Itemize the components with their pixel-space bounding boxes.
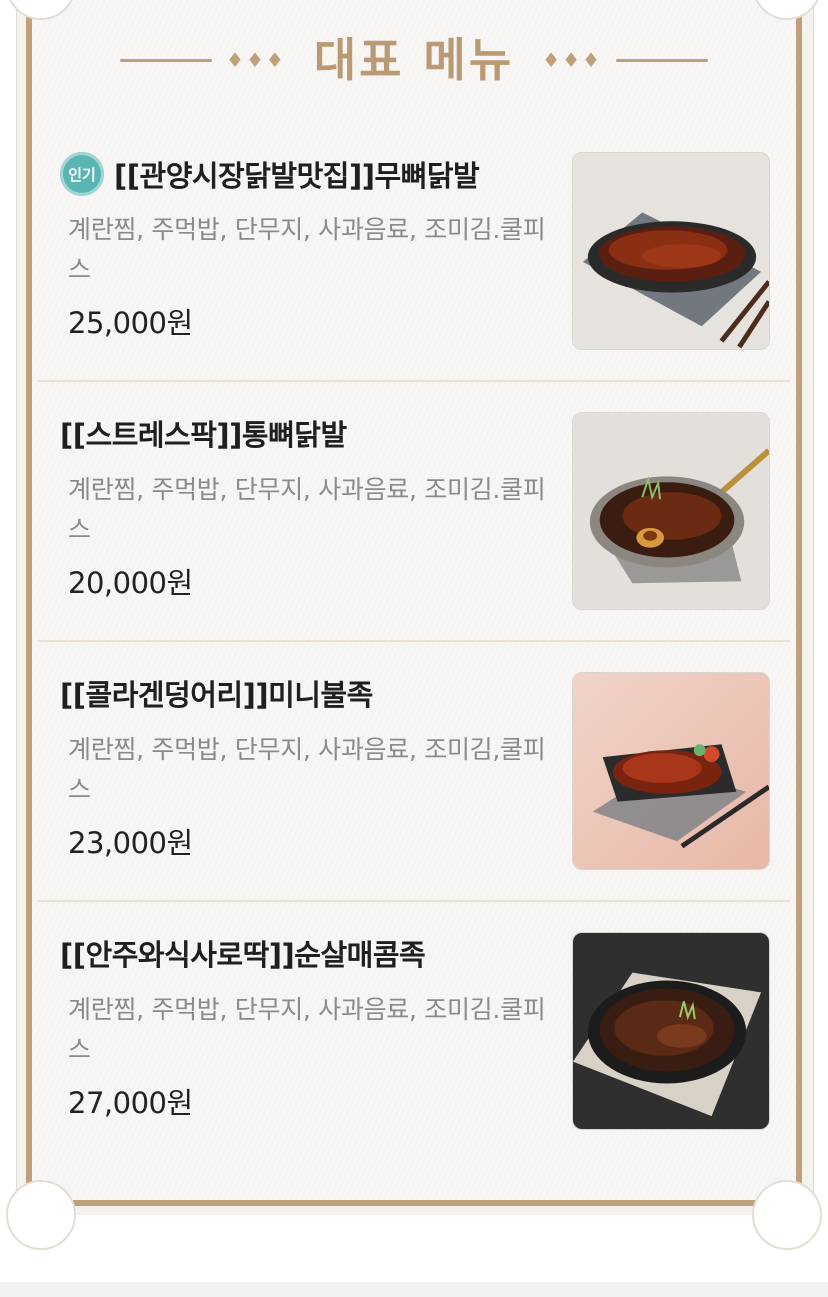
boneless-spicy-pork-feet-photo-icon[interactable] [572, 932, 770, 1130]
section-heading-row: ♦♦♦ 대표 메뉴 ♦♦♦ [32, 30, 796, 90]
menu-item-description: 계란찜, 주먹밥, 단무지, 사과음료, 조미김.쿨피스 [68, 215, 546, 284]
menu-item[interactable]: [[스트레스팍]]통뼈닭발 계란찜, 주먹밥, 단무지, 사과음료, 조미김.쿨… [38, 382, 790, 642]
menu-item-description: 계란찜, 주먹밥, 단무지, 사과음료, 조미김,쿨피스 [68, 735, 546, 804]
menu-item-title-row: 인기 [[관양시장닭발맛집]]무뼈닭발 [60, 152, 480, 196]
heading-divider-left [120, 58, 213, 62]
menu-item-photo [573, 673, 769, 869]
menu-item-price: 25,000원 [68, 306, 193, 340]
menu-item-title-row: [[안주와식사로딱]]순살매콤족 [60, 932, 426, 974]
menu-item-name: [[콜라겐덩어리]]미니불족 [60, 678, 373, 712]
menu-item-price: 20,000원 [68, 566, 193, 600]
heading-divider-right [615, 58, 708, 62]
menu-item-title-row: [[콜라겐덩어리]]미니불족 [60, 672, 373, 714]
frame-corner-ornament [752, 1180, 822, 1250]
representative-menu-panel: ♦♦♦ 대표 메뉴 ♦♦♦ 인기 [[관양시장닭발맛집]]무뼈닭발 계란찜, 주… [6, 0, 822, 1250]
popular-badge: 인기 [60, 152, 104, 196]
bottom-divider-strip [0, 1282, 828, 1297]
frame-corner-ornament [6, 1180, 76, 1250]
menu-item-description: 계란찜, 주먹밥, 단무지, 사과음료, 조미김.쿨피스 [68, 995, 546, 1064]
menu-item-title-row: [[스트레스팍]]통뼈닭발 [60, 412, 347, 454]
section-title: 대표 메뉴 [313, 33, 515, 87]
menu-item-description: 계란찜, 주먹밥, 단무지, 사과음료, 조미김.쿨피스 [68, 475, 546, 544]
menu-item[interactable]: 인기 [[관양시장닭발맛집]]무뼈닭발 계란찜, 주먹밥, 단무지, 사과음료,… [38, 122, 790, 382]
menu-item-photo [573, 153, 769, 349]
menu-item-name: [[안주와식사로딱]]순살매콤족 [60, 938, 426, 972]
menu-list: 인기 [[관양시장닭발맛집]]무뼈닭발 계란찜, 주먹밥, 단무지, 사과음료,… [38, 122, 790, 1162]
bone-in-chicken-feet-pan-photo-icon[interactable] [572, 412, 770, 610]
diamond-ornament-icon: ♦♦♦ [542, 48, 602, 72]
menu-item-photo [573, 413, 769, 609]
mini-fire-pork-feet-photo-icon[interactable] [572, 672, 770, 870]
diamond-ornament-icon: ♦♦♦ [226, 48, 286, 72]
menu-item[interactable]: [[안주와식사로딱]]순살매콤족 계란찜, 주먹밥, 단무지, 사과음료, 조미… [38, 902, 790, 1162]
menu-item-name: [[관양시장닭발맛집]]무뼈닭발 [114, 159, 480, 193]
menu-item-price: 23,000원 [68, 826, 193, 860]
menu-item[interactable]: [[콜라겐덩어리]]미니불족 계란찜, 주먹밥, 단무지, 사과음료, 조미김,… [38, 642, 790, 902]
boneless-chicken-feet-photo-icon[interactable] [572, 152, 770, 350]
menu-item-price: 27,000원 [68, 1086, 193, 1120]
menu-item-name: [[스트레스팍]]통뼈닭발 [60, 418, 347, 452]
menu-item-photo [573, 933, 769, 1129]
